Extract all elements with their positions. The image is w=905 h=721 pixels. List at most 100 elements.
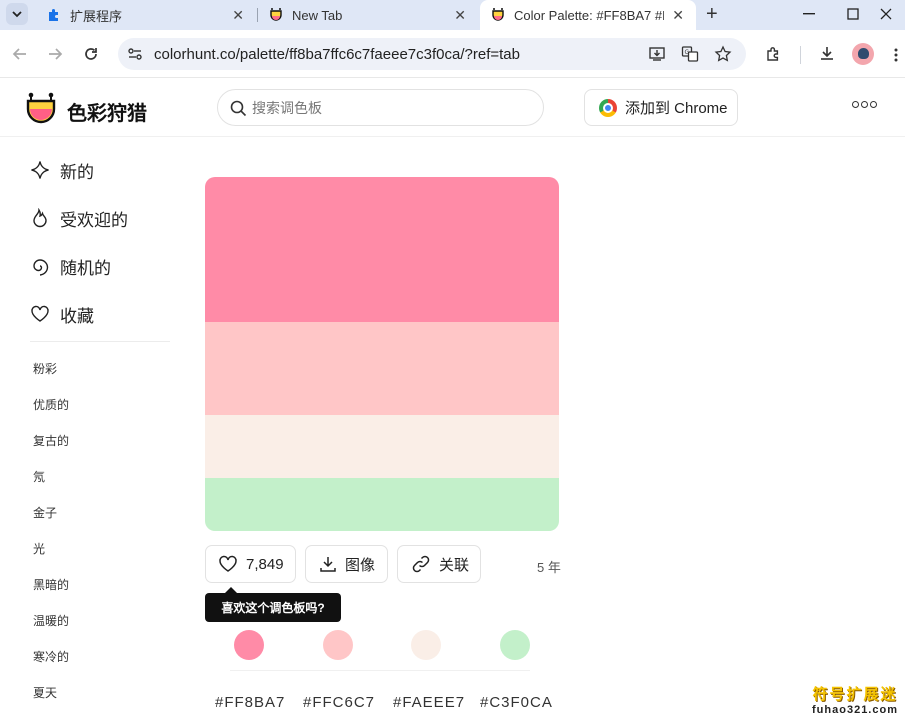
search-icon <box>230 100 247 117</box>
browser-menu-button[interactable] <box>887 43 905 67</box>
sidebar-item-label: 新的 <box>60 162 94 182</box>
palette-swatch[interactable] <box>205 478 559 531</box>
flame-icon <box>30 208 50 228</box>
maximize-icon <box>847 8 859 20</box>
copy-link-button[interactable]: 关联 <box>397 545 481 583</box>
reload-button[interactable] <box>79 42 103 66</box>
sidebar-item-label: 收藏 <box>60 306 94 326</box>
chrome-logo-icon <box>599 99 617 117</box>
close-icon[interactable]: ✕ <box>454 7 466 24</box>
arrow-left-icon <box>12 48 26 60</box>
watermark-url: fuhao321.com <box>812 704 898 716</box>
tab-title: 扩展程序 <box>70 8 123 24</box>
logo-text[interactable]: 色彩狩猎 <box>67 97 147 126</box>
link-label: 关联 <box>439 556 470 574</box>
downloads-button[interactable] <box>815 42 839 66</box>
minimize-button[interactable] <box>786 0 832 28</box>
sidebar-item-collection[interactable]: 收藏 <box>30 302 94 326</box>
sidebar-item-label: 受欢迎的 <box>60 210 128 230</box>
new-tab-button[interactable]: + <box>706 3 718 26</box>
browser-toolbar: colorhunt.co/palette/ff8ba7ffc6c7faeee7c… <box>0 30 905 78</box>
sidebar-item-label: 随机的 <box>60 258 111 278</box>
image-label: 图像 <box>345 556 376 574</box>
hex-code[interactable]: #FF8BA7 <box>215 694 285 711</box>
palette-swatch[interactable] <box>205 177 559 322</box>
sidebar-tag[interactable]: 粉彩 <box>33 360 57 377</box>
like-button[interactable]: 7,849 <box>205 545 296 583</box>
vertical-dots-icon <box>894 48 898 62</box>
sidebar-tag[interactable]: 优质的 <box>33 396 69 413</box>
sidebar-tag[interactable]: 复古的 <box>33 432 69 449</box>
sidebar-item-random[interactable]: 随机的 <box>30 254 111 278</box>
tab-search-button[interactable] <box>6 3 28 25</box>
download-icon <box>821 47 833 60</box>
sidebar-tag[interactable]: 温暖的 <box>33 612 69 629</box>
colorhunt-icon <box>268 7 284 23</box>
hex-code[interactable]: #C3F0CA <box>480 694 553 711</box>
arrow-right-icon <box>49 48 63 60</box>
color-dot[interactable] <box>323 630 353 660</box>
site-header: 色彩狩猎 搜索调色板 添加到 Chrome <box>0 79 905 137</box>
sidebar-tag[interactable]: 黑暗的 <box>33 576 69 593</box>
close-icon[interactable]: ✕ <box>232 7 244 24</box>
more-options-icon[interactable] <box>852 101 877 108</box>
divider <box>230 670 530 671</box>
color-dot[interactable] <box>411 630 441 660</box>
tab-title: Color Palette: #FF8BA7 #F <box>514 7 664 23</box>
address-bar[interactable]: colorhunt.co/palette/ff8ba7ffc6c7faeee7c… <box>118 38 746 70</box>
palette-age: 5 年 <box>537 560 561 575</box>
like-tooltip: 喜欢这个调色板吗? <box>205 587 341 622</box>
colorhunt-icon <box>490 7 506 23</box>
spiral-icon <box>30 256 50 276</box>
colorhunt-logo-icon[interactable] <box>25 91 57 125</box>
palette-card[interactable] <box>205 177 559 531</box>
sidebar-tag[interactable]: 夏天 <box>33 684 57 701</box>
url-text: colorhunt.co/palette/ff8ba7ffc6c7faeee7c… <box>154 45 520 63</box>
sidebar-item-popular[interactable]: 受欢迎的 <box>30 206 128 230</box>
close-window-button[interactable] <box>866 0 905 28</box>
palette-swatch[interactable] <box>205 322 559 415</box>
minimize-icon <box>803 13 815 15</box>
sidebar-tag[interactable]: 光 <box>33 540 45 557</box>
watermark-title: 符号扩展迷 <box>812 686 898 703</box>
forward-button[interactable] <box>43 42 67 66</box>
extensions-button[interactable] <box>762 42 786 66</box>
palette-swatch[interactable] <box>205 415 559 478</box>
search-placeholder: 搜索调色板 <box>252 99 322 116</box>
chevron-down-icon <box>12 10 22 17</box>
puzzle-icon <box>46 7 62 23</box>
profile-avatar[interactable] <box>852 43 874 65</box>
puzzle-icon <box>767 47 779 61</box>
reload-icon <box>85 48 97 60</box>
sidebar-item-new[interactable]: 新的 <box>30 158 94 182</box>
color-dot[interactable] <box>234 630 264 660</box>
back-button[interactable] <box>8 42 32 66</box>
add-to-chrome-button[interactable]: 添加到 Chrome <box>584 89 738 126</box>
sidebar-tag[interactable]: 氖 <box>33 468 45 485</box>
heart-icon <box>30 304 50 324</box>
sidebar-divider <box>30 341 170 342</box>
sidebar-tag[interactable]: 金子 <box>33 504 57 521</box>
site-settings-icon[interactable] <box>126 45 144 63</box>
hex-code[interactable]: #FAEEE7 <box>393 694 465 711</box>
tab-extensions[interactable]: 扩展程序 ✕ <box>36 0 256 30</box>
tab-color-palette[interactable]: Color Palette: #FF8BA7 #F ✕ <box>480 0 696 30</box>
install-app-icon[interactable] <box>648 45 666 63</box>
svg-text:G: G <box>685 49 690 56</box>
sidebar-tag[interactable]: 寒冷的 <box>33 648 69 665</box>
close-icon <box>880 8 892 20</box>
like-count: 7,849 <box>246 555 284 573</box>
bookmark-star-icon[interactable] <box>714 45 732 63</box>
heart-icon <box>218 554 238 574</box>
toolbar-divider <box>800 46 801 64</box>
translate-icon[interactable]: G <box>681 45 699 63</box>
hex-code[interactable]: #FFC6C7 <box>303 694 375 711</box>
close-icon[interactable]: ✕ <box>672 7 684 24</box>
download-image-button[interactable]: 图像 <box>305 545 388 583</box>
color-dot[interactable] <box>500 630 530 660</box>
add-to-chrome-label: 添加到 Chrome <box>625 100 728 117</box>
tab-strip: 扩展程序 ✕ New Tab ✕ Color Palette: #FF8BA7 … <box>0 0 905 30</box>
tab-new-tab[interactable]: New Tab ✕ <box>258 0 478 30</box>
search-input[interactable]: 搜索调色板 <box>217 89 544 126</box>
watermark: 符号扩展迷 fuhao321.com <box>805 683 905 716</box>
